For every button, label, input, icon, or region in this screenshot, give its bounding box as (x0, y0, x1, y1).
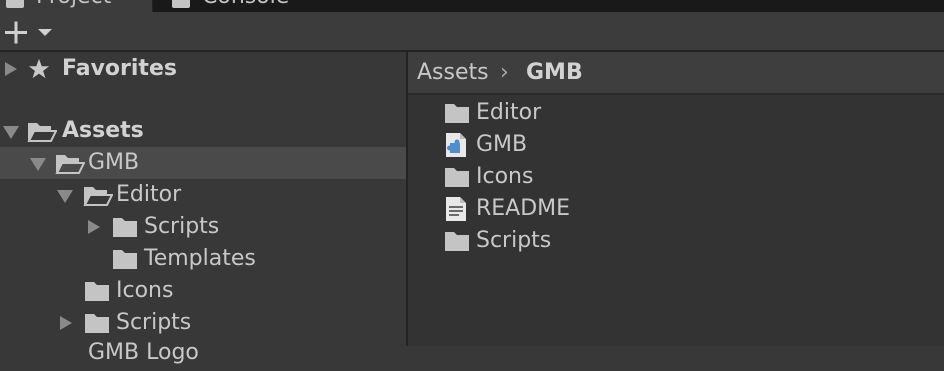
asset-item-label: Editor (476, 100, 542, 125)
tree-item-label: Assets (62, 118, 144, 143)
chevron-down-icon (38, 29, 52, 36)
asset-item-scripts[interactable]: Scripts (408, 225, 944, 257)
tree-item-gmb-scripts[interactable]: Scripts (0, 307, 406, 339)
foldout-expanded-icon[interactable] (30, 158, 46, 171)
tab-strip: Project Console (0, 0, 944, 12)
breadcrumb: Assets › GMB (408, 52, 944, 95)
asset-item-editor[interactable]: Editor (408, 97, 944, 129)
folder-open-icon (27, 123, 57, 142)
asset-item-label: Scripts (476, 228, 552, 253)
foldout-collapsed-icon[interactable] (5, 62, 17, 76)
tree-item-label: Favorites (62, 56, 177, 81)
tree-item-label: Scripts (144, 214, 220, 239)
asset-item-icons[interactable]: Icons (408, 161, 944, 193)
console-icon (172, 0, 190, 8)
asset-item-gmb[interactable]: GMB (408, 129, 944, 161)
tree-item-gmb-logo[interactable]: GMB Logo (0, 339, 406, 371)
foldout-collapsed-icon[interactable] (60, 316, 72, 330)
assembly-definition-icon (446, 133, 466, 157)
project-toolbar (0, 12, 944, 52)
folder-icon (445, 168, 469, 187)
text-document-icon (446, 197, 466, 221)
tab-console-label: Console (202, 0, 289, 9)
tree-item-editor-scripts[interactable]: Scripts (0, 211, 406, 243)
tree-item-templates[interactable]: Templates (0, 243, 406, 275)
tree-item-favorites[interactable]: Favorites (0, 53, 406, 85)
tab-project[interactable]: Project (0, 0, 153, 12)
tree-item-label: Icons (116, 278, 174, 303)
breadcrumb-assets[interactable]: Assets (417, 59, 489, 87)
asset-item-label: GMB (476, 132, 528, 157)
breadcrumb-gmb[interactable]: GMB (526, 59, 583, 87)
tree-item-label: GMB Logo (88, 340, 199, 365)
plus-icon (5, 21, 52, 44)
asset-item-label: Icons (476, 164, 534, 189)
folder-tree: Favorites Assets GMB Editor Scripts Temp… (0, 52, 406, 365)
folder-open-icon (55, 155, 85, 174)
foldout-expanded-icon[interactable] (3, 126, 19, 139)
tree-item-icons[interactable]: Icons (0, 275, 406, 307)
asset-item-readme[interactable]: README (408, 193, 944, 225)
tree-item-label: Scripts (116, 310, 192, 335)
tab-project-label: Project (36, 0, 111, 9)
folder-icon (113, 250, 137, 269)
folder-open-icon (83, 187, 113, 206)
foldout-expanded-icon[interactable] (57, 190, 73, 203)
tree-item-label: GMB (88, 150, 140, 175)
folder-icon (6, 0, 24, 8)
folder-icon (85, 314, 109, 333)
folder-icon (113, 218, 137, 237)
tree-item-label: Editor (116, 182, 182, 207)
asset-list: Editor GMB Icons README Scripts (408, 95, 944, 346)
tree-item-gmb[interactable]: GMB (0, 147, 406, 179)
tree-item-assets[interactable]: Assets (0, 115, 406, 147)
breadcrumb-separator-icon: › (500, 60, 509, 85)
add-asset-button[interactable] (4, 21, 56, 45)
tab-console[interactable]: Console (152, 0, 322, 12)
folder-icon (445, 104, 469, 123)
star-icon (28, 58, 50, 79)
folder-icon (85, 282, 109, 301)
tree-item-label: Templates (144, 246, 256, 271)
asset-item-label: README (476, 196, 571, 221)
folder-icon (445, 232, 469, 251)
tree-item-editor[interactable]: Editor (0, 179, 406, 211)
foldout-collapsed-icon[interactable] (88, 220, 100, 234)
